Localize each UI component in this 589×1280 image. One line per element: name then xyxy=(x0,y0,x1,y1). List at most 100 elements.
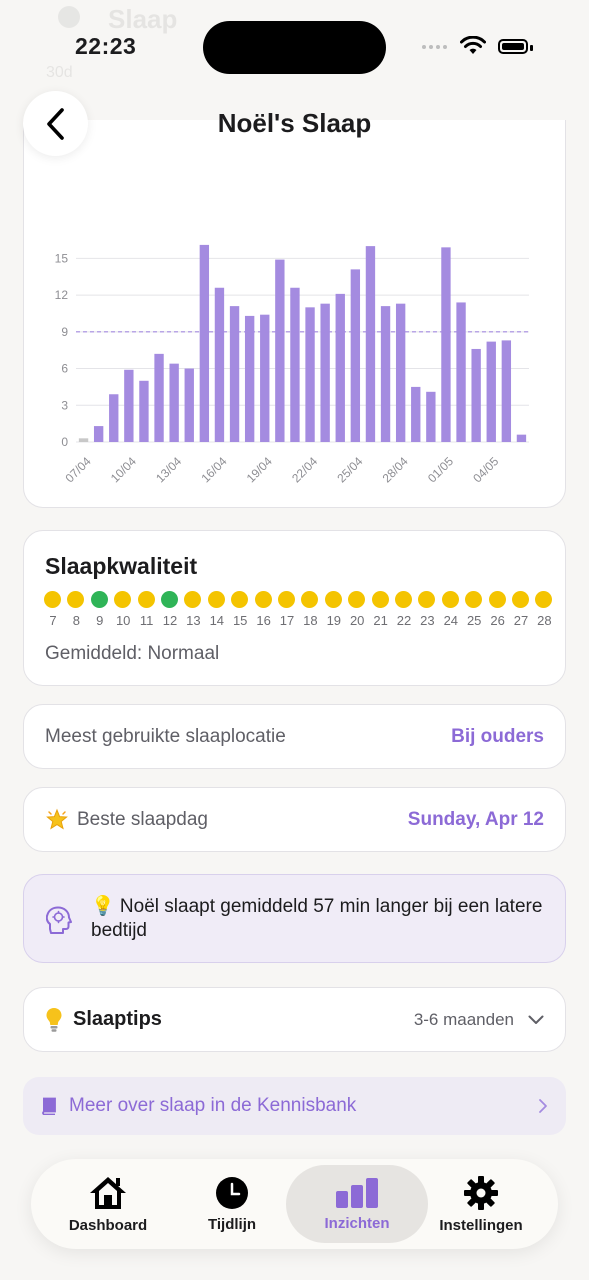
quality-dot xyxy=(44,591,61,608)
chart-bar[interactable] xyxy=(244,315,255,442)
quality-day-label: 17 xyxy=(279,613,295,628)
quality-day[interactable]: 18 xyxy=(300,591,319,628)
tab-settings[interactable]: Instellingen xyxy=(431,1159,531,1249)
chart-bar[interactable] xyxy=(154,353,164,442)
tab-dashboard-label: Dashboard xyxy=(68,1216,148,1234)
chart-bar[interactable] xyxy=(78,438,89,442)
quality-day-label: 25 xyxy=(466,613,482,628)
chart-bar[interactable] xyxy=(320,303,330,442)
chart-bar[interactable] xyxy=(501,340,512,442)
quality-dot xyxy=(371,591,389,608)
chart-bar[interactable] xyxy=(395,303,406,442)
chart-bar[interactable] xyxy=(109,394,119,442)
quality-day[interactable]: 13 xyxy=(183,591,202,628)
tab-dashboard[interactable]: Dashboard xyxy=(51,1159,165,1249)
chart-bar[interactable] xyxy=(335,293,345,442)
home-icon xyxy=(90,1176,126,1209)
x-tick-label: 28/04 xyxy=(380,454,411,485)
chart-bar[interactable] xyxy=(169,363,179,442)
quality-day[interactable]: 7 xyxy=(43,591,62,628)
y-tick-label: 15 xyxy=(55,251,69,265)
chevron-right-icon xyxy=(539,1099,547,1113)
chart-bar[interactable] xyxy=(93,426,104,442)
quality-dot xyxy=(114,591,132,608)
tab-settings-label: Instellingen xyxy=(439,1216,523,1234)
quality-day[interactable]: 15 xyxy=(230,591,249,628)
lightbulb-icon xyxy=(46,1007,62,1032)
tab-bar: Dashboard Tijdlijn Inzichten Instellinge… xyxy=(31,1159,558,1249)
x-tick-label: 07/04 xyxy=(63,454,94,485)
y-tick-label: 3 xyxy=(61,398,68,412)
quality-day[interactable]: 14 xyxy=(207,591,226,628)
sleep-quality-strip[interactable]: 7 8 9 10 11 12 13 14 15 16 17 18 19 20 21 22 23 24 25 26 27 2… xyxy=(24,591,565,635)
wifi-icon xyxy=(460,36,486,54)
gear-icon xyxy=(464,1175,498,1210)
chart-bar[interactable] xyxy=(456,302,466,442)
quality-day[interactable]: 27 xyxy=(511,591,530,628)
quality-day[interactable]: 26 xyxy=(488,591,507,628)
signal-icon xyxy=(422,45,447,49)
quality-dot xyxy=(488,591,506,608)
quality-day-label: 19 xyxy=(326,613,342,628)
quality-day[interactable]: 23 xyxy=(417,591,436,628)
x-tick-label: 01/05 xyxy=(425,454,456,485)
tab-timeline-label: Tijdlijn xyxy=(207,1215,257,1233)
quality-dot xyxy=(207,591,225,608)
x-tick-label: 22/04 xyxy=(289,454,320,485)
tab-timeline[interactable]: Tijdlijn xyxy=(177,1159,287,1249)
quality-day[interactable]: 20 xyxy=(347,591,366,628)
quality-day[interactable]: 22 xyxy=(394,591,413,628)
x-tick-label: 25/04 xyxy=(334,454,365,485)
quality-dot xyxy=(137,591,155,608)
chart-bar[interactable] xyxy=(229,306,240,442)
chart-bar[interactable] xyxy=(124,369,134,442)
quality-day[interactable]: 9 xyxy=(90,591,109,628)
chart-bar[interactable] xyxy=(380,306,391,442)
quality-dot xyxy=(184,591,202,608)
quality-day[interactable]: 24 xyxy=(441,591,460,628)
moon-icon xyxy=(58,6,80,28)
quality-day[interactable]: 16 xyxy=(254,591,273,628)
chart-bar[interactable] xyxy=(199,244,210,442)
quality-day[interactable]: 25 xyxy=(464,591,483,628)
chart-bar[interactable] xyxy=(516,434,527,442)
chart-bar[interactable] xyxy=(290,287,300,442)
x-tick-label: 10/04 xyxy=(108,454,139,485)
y-tick-label: 0 xyxy=(61,435,68,449)
chart-bar[interactable] xyxy=(275,259,285,442)
quality-day-label: 21 xyxy=(373,613,388,628)
tab-insights[interactable]: Inzichten xyxy=(286,1165,428,1243)
chart-bar[interactable] xyxy=(139,380,149,442)
chart-bar[interactable] xyxy=(184,368,194,442)
y-tick-label: 9 xyxy=(61,325,68,339)
quality-day-label: 10 xyxy=(115,613,131,628)
insight-text: 💡 Noël slaapt gemiddeld 57 min langer bi… xyxy=(91,896,543,941)
chart-bar[interactable] xyxy=(486,341,496,442)
chart-bar[interactable] xyxy=(426,391,436,442)
chart-bar[interactable] xyxy=(441,247,451,442)
chevron-down-icon xyxy=(528,1015,544,1024)
chart-bar[interactable] xyxy=(305,307,315,442)
quality-dot xyxy=(161,591,178,608)
chart-bar[interactable] xyxy=(214,287,225,442)
quality-day[interactable]: 21 xyxy=(371,591,390,628)
quality-day[interactable]: 17 xyxy=(277,591,296,628)
quality-day-label: 8 xyxy=(72,613,80,628)
knowledge-base-link[interactable]: Meer over slaap in de Kennisbank xyxy=(23,1077,566,1135)
chart-bar[interactable] xyxy=(411,386,421,442)
chart-bar[interactable] xyxy=(350,269,361,442)
quality-day[interactable]: 12 xyxy=(160,591,179,628)
quality-day[interactable]: 19 xyxy=(324,591,343,628)
chart-bar[interactable] xyxy=(365,246,376,442)
chart-bar[interactable] xyxy=(471,348,481,442)
chart-bar[interactable] xyxy=(260,314,270,442)
quality-dot xyxy=(90,591,108,608)
quality-dot xyxy=(324,591,342,608)
quality-day[interactable]: 10 xyxy=(113,591,132,628)
sleep-tips-row[interactable]: Slaaptips 3-6 maanden xyxy=(23,987,566,1052)
quality-day[interactable]: 28 xyxy=(534,591,553,628)
quality-dot xyxy=(254,591,272,608)
quality-day[interactable]: 11 xyxy=(137,591,156,628)
battery-icon xyxy=(498,39,528,54)
quality-day[interactable]: 8 xyxy=(66,591,85,628)
